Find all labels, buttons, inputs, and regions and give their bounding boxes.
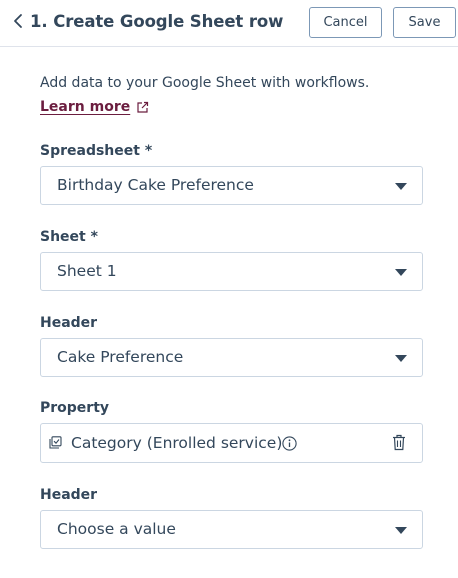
back-button[interactable] — [11, 12, 25, 30]
intro-text: Add data to your Google Sheet with workf… — [40, 75, 370, 91]
sheet-label: Sheet * — [40, 229, 98, 245]
caret-down-icon — [395, 355, 407, 362]
panel-header: 1. Create Google Sheet row Cancel Save — [0, 0, 458, 47]
learn-more-label: Learn more — [40, 99, 131, 115]
property-icon — [49, 436, 62, 449]
learn-more-link[interactable]: Learn more — [40, 99, 149, 115]
save-button[interactable]: Save — [393, 7, 456, 38]
caret-down-icon — [395, 527, 407, 534]
header-label: Header — [40, 315, 98, 331]
caret-down-icon — [395, 269, 407, 276]
header-value: Choose a value — [57, 520, 176, 538]
external-link-icon — [137, 101, 149, 113]
spreadsheet-value: Birthday Cake Preference — [57, 176, 254, 194]
sheet-select[interactable]: Sheet 1 — [40, 252, 423, 291]
chevron-left-icon — [14, 14, 22, 28]
header-label: Header — [40, 487, 98, 503]
spreadsheet-label: Spreadsheet * — [40, 143, 153, 159]
property-value: Category (Enrolled service) — [71, 434, 283, 452]
property-label: Property — [40, 400, 110, 416]
page-title: 1. Create Google Sheet row — [30, 12, 284, 31]
info-icon[interactable] — [282, 436, 297, 451]
trash-icon[interactable] — [392, 434, 406, 451]
header-value: Cake Preference — [57, 348, 184, 366]
caret-down-icon — [395, 183, 407, 190]
header-select[interactable]: Choose a value — [40, 510, 423, 549]
property-field[interactable]: Category (Enrolled service) — [40, 423, 423, 463]
sheet-value: Sheet 1 — [57, 262, 117, 280]
spreadsheet-select[interactable]: Birthday Cake Preference — [40, 166, 423, 205]
header-select[interactable]: Cake Preference — [40, 338, 423, 377]
cancel-button[interactable]: Cancel — [309, 7, 382, 38]
